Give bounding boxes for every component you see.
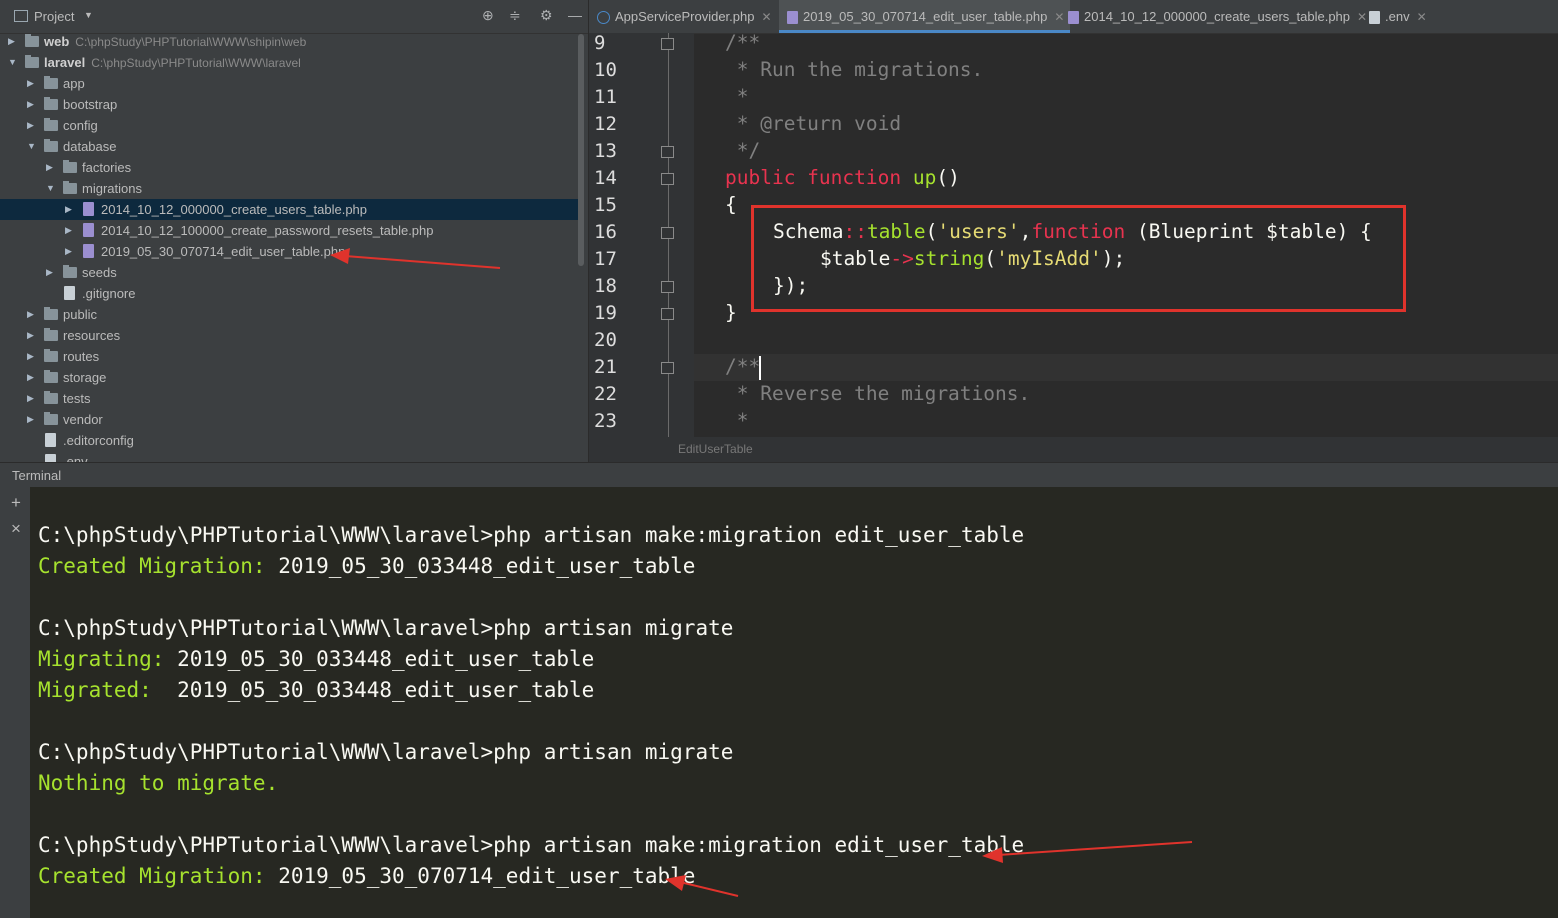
annotation-arrows — [330, 248, 1193, 897]
arrow-annotation-file-head — [330, 248, 350, 264]
arrow-annotation-file — [344, 255, 501, 269]
arrow-annotation-command — [997, 841, 1193, 856]
arrow-annotation-result — [679, 881, 739, 897]
arrow-annotation-result-head — [665, 875, 686, 891]
arrow-annotation-command-head — [982, 847, 1003, 863]
